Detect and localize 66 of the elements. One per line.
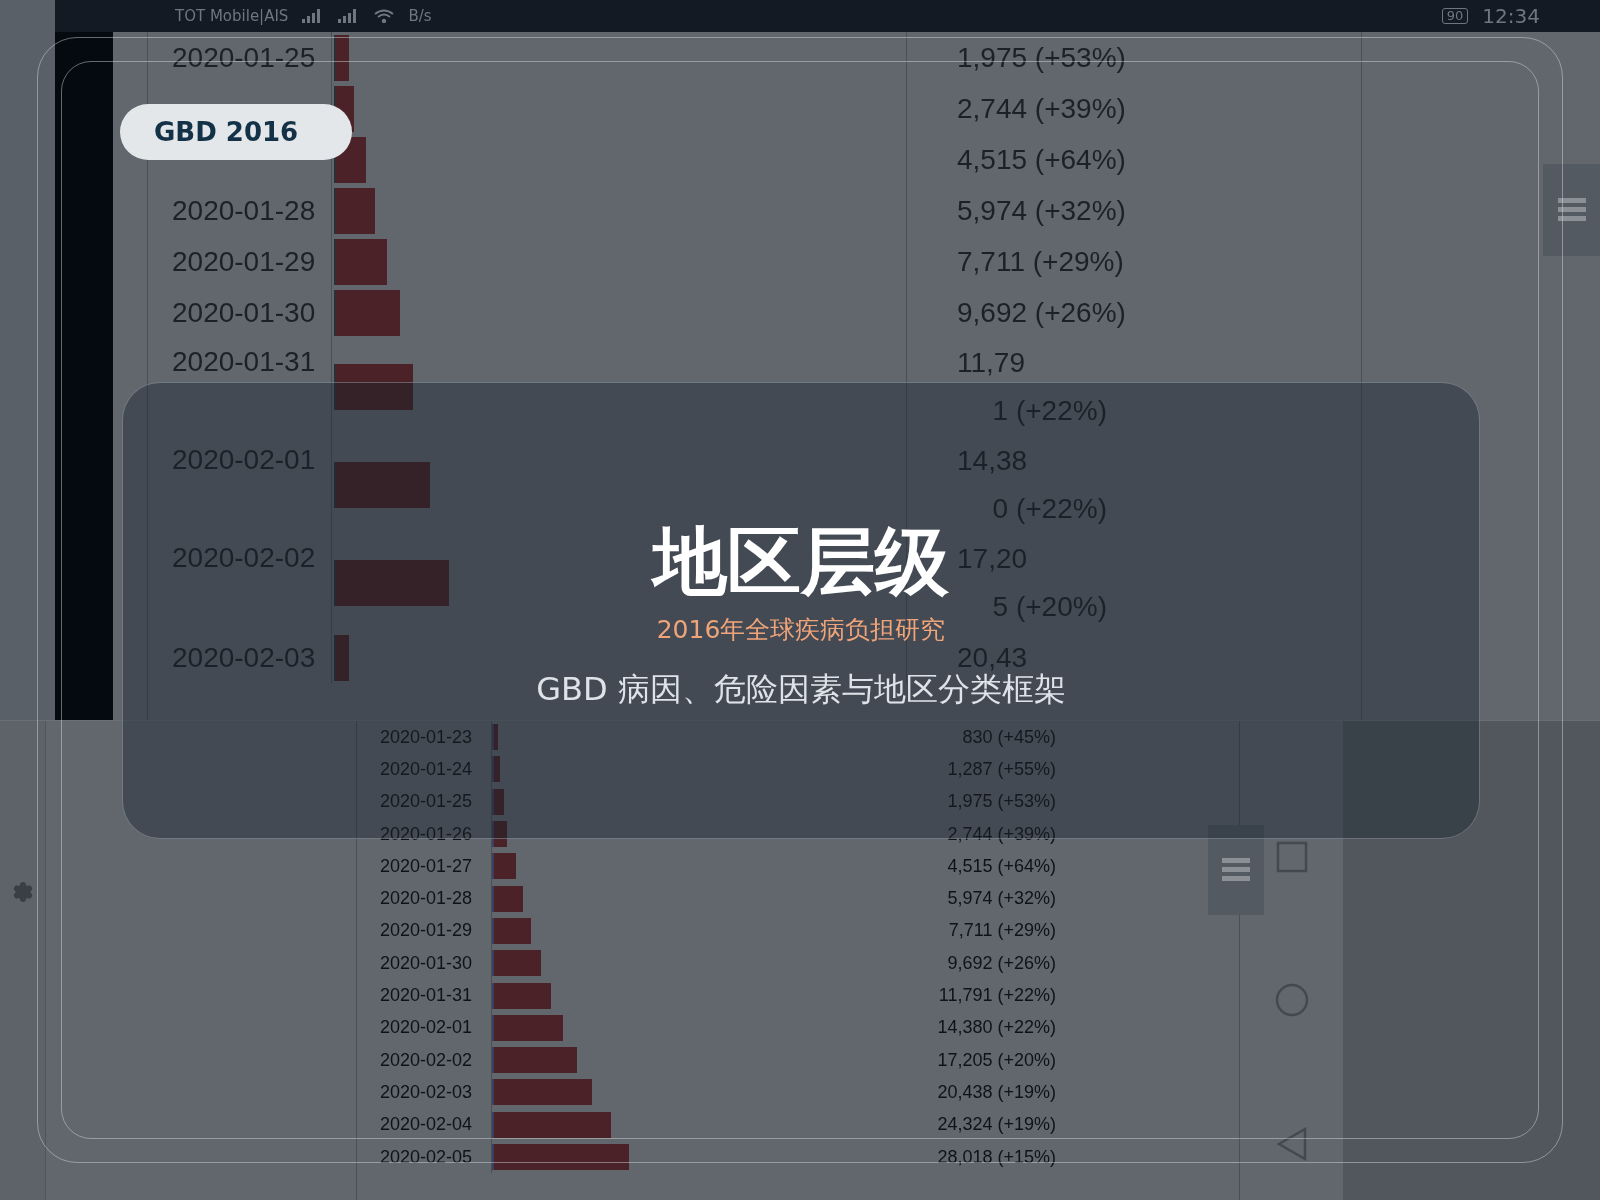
date-text: 2020-02-03 (379, 1081, 474, 1103)
date-text: 2020-02-04 (379, 1114, 474, 1136)
date-text: 2020-02-05 (379, 1146, 474, 1168)
count-bar (492, 917, 532, 944)
menu-button[interactable] (1543, 164, 1600, 256)
date-text: 2020-01-25 (172, 41, 316, 74)
subtitle: 2016年全球疾病负担研究 (656, 614, 946, 646)
count-text: 17,205 (+20%) (936, 1049, 1056, 1071)
square-icon[interactable] (1275, 841, 1308, 873)
date-text: 2020-02-01 (379, 1017, 474, 1039)
count-bar (334, 634, 350, 681)
date-text: 2020-01-30 (379, 952, 474, 974)
count-text: 5,974 (+32%) (957, 193, 1126, 228)
circle-icon[interactable] (1274, 983, 1309, 1017)
date-text: 2020-02-02 (379, 1049, 474, 1071)
count-text: 20,438 (+19%) (936, 1081, 1056, 1103)
count-text: 1,975 (+53%) (957, 40, 1126, 75)
count-text: 4,515 (+64%) (946, 855, 1056, 877)
date-text: 2020-01-31 (172, 346, 316, 378)
count-bar (492, 724, 498, 751)
count-bar (492, 821, 508, 848)
count-bar (492, 788, 504, 815)
count-bar (492, 950, 541, 977)
date-text: 2020-01-26 (379, 823, 474, 845)
count-text: 4,515 (+64%) (957, 142, 1126, 177)
count-text: 24,324 (+19%) (936, 1114, 1056, 1136)
date-text: 2020-01-30 (172, 296, 316, 329)
date-text: 2020-01-27 (379, 855, 474, 877)
count-bar (334, 238, 387, 285)
date-text: 2020-01-29 (379, 920, 474, 942)
settings-icon[interactable] (11, 881, 34, 903)
count-text: 7,711 (+29%) (957, 244, 1124, 279)
count-bar (492, 1014, 564, 1041)
count-text: 28,018 (+15%) (936, 1146, 1056, 1168)
count-bar (492, 853, 516, 880)
count-text: 11,791 (+22%) (937, 985, 1056, 1006)
menu-icon (1222, 857, 1250, 883)
menu-icon (1557, 197, 1586, 223)
date-text: 2020-01-31 (379, 985, 474, 1006)
count-bar (334, 289, 400, 336)
count-text: 2,744 (+39%) (957, 91, 1126, 126)
count-text: 5,974 (+32%) (946, 888, 1056, 910)
badge: GBD 2016 (120, 104, 352, 160)
wifi-icon (374, 9, 395, 23)
count-bar (492, 885, 523, 912)
carrier-text: TOT Mobile|AIS (175, 7, 289, 25)
title: 地区层级 (653, 517, 949, 606)
battery-level: 90 (1441, 8, 1469, 24)
count-text: 14,380 (+22%) (936, 1017, 1056, 1039)
count-text: 9,692 (+26%) (946, 952, 1056, 974)
caption: GBD 病因、危险因素与地区分类框架 (536, 670, 1066, 710)
count-text: 7,711 (+29%) (947, 920, 1056, 942)
date-text: 2020-01-28 (172, 194, 316, 227)
back-icon[interactable] (1275, 1127, 1308, 1161)
count-bar (492, 982, 551, 1009)
count-bar (334, 34, 349, 81)
count-text: 9,692 (+26%) (957, 295, 1126, 330)
date-text: 2020-01-29 (172, 245, 316, 278)
menu-button[interactable] (1208, 825, 1264, 915)
count-bar (492, 756, 501, 783)
count-bar (334, 187, 376, 234)
clock-text: 12:34 (1482, 4, 1540, 28)
date-text: 2020-01-28 (379, 888, 474, 910)
count-text: 2,744 (+39%) (946, 823, 1056, 845)
count-text: 11,79 (957, 346, 1026, 380)
speed-text: B/s (408, 7, 432, 25)
